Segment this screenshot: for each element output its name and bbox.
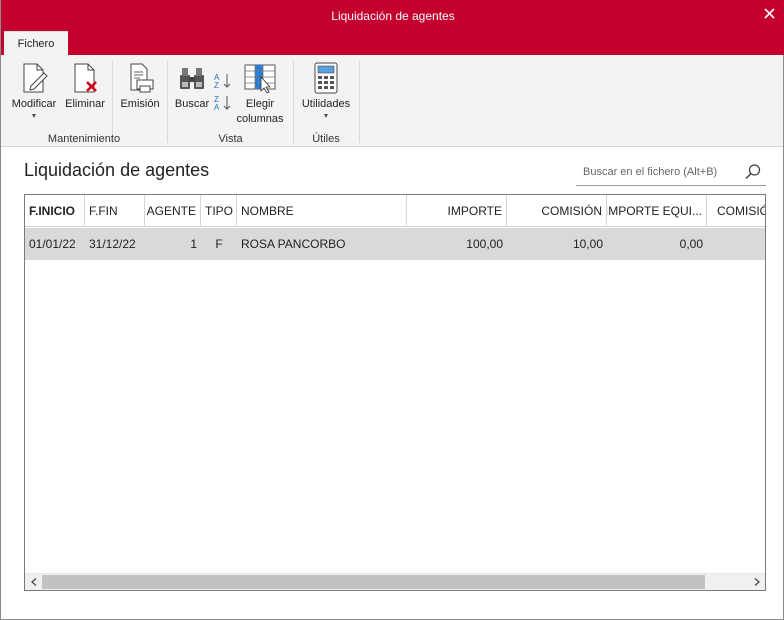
search-box [576,160,766,186]
cell-importe: 100,00 [466,237,503,251]
column-header-importe[interactable]: IMPORTE [407,195,507,227]
column-header-agente[interactable]: AGENTE [145,195,201,227]
buscar-button[interactable]: Buscar [172,61,212,112]
scroll-left-button[interactable] [25,574,42,590]
eliminar-button[interactable]: Eliminar [63,61,107,112]
binoculars-icon [175,61,209,95]
modificar-label: Modificar [11,98,57,110]
calculator-icon [309,61,343,95]
close-button[interactable] [753,0,784,26]
chevron-left-icon [30,578,36,586]
print-document-icon [123,61,157,95]
table-header: F.INICIO F.FIN AGENTE TIPO NOMBRE IMPORT… [25,195,765,227]
window-title: Liquidación de agentes [331,9,455,23]
column-header-importe-equi[interactable]: IMPORTE EQUI... [607,195,707,227]
cell-f-inicio: 01/01/22 [29,237,76,251]
close-icon [763,7,775,19]
sort-za-icon[interactable]: Z A [214,95,232,114]
app-window: Liquidación de agentes Fichero Modificar… [0,0,784,620]
ribbon: Modificar ▼ Eliminar Emisión Mantenimien… [1,55,783,147]
data-grid: F.INICIO F.FIN AGENTE TIPO NOMBRE IMPORT… [24,194,766,591]
ribbon-group-utiles: Utilidades ▼ Útiles [294,55,358,147]
svg-text:A: A [214,103,220,111]
chevron-down-icon: ▼ [30,113,38,120]
ribbon-group-mantenimiento: Modificar ▼ Eliminar Emisión Mantenimien… [1,55,167,147]
ribbon-divider [359,61,360,143]
search-input[interactable] [576,160,736,184]
cell-comision-equi [707,228,765,260]
cell-agente: 1 [190,237,197,251]
elegir-columnas-button[interactable]: Elegir columnas [234,61,286,127]
title-bar: Liquidación de agentes Fichero [1,0,784,55]
chevron-right-icon [754,578,760,586]
column-header-nombre[interactable]: NOMBRE [237,195,407,227]
tab-fichero[interactable]: Fichero [4,31,68,55]
utilidades-label: Utilidades [301,98,351,110]
delete-document-icon [68,61,102,95]
ribbon-group-vista: Buscar A Z Z A Elegir columnas Vista [168,55,293,147]
svg-text:Z: Z [214,81,219,89]
cell-tipo: F [215,237,223,251]
scrollbar-thumb[interactable] [42,575,705,589]
edit-document-icon [17,61,51,95]
table-row[interactable]: 01/01/22 31/12/22 1 F ROSA PANCORBO 100,… [25,228,765,260]
horizontal-scrollbar[interactable] [25,573,765,590]
search-icon[interactable] [744,163,762,181]
group-label-mantenimiento: Mantenimiento [47,133,121,145]
column-header-tipo[interactable]: TIPO [201,195,237,227]
chevron-down-icon: ▼ [322,113,330,120]
cell-f-fin: 31/12/22 [89,237,136,251]
modificar-button[interactable]: Modificar ▼ [7,61,61,121]
column-header-comision-equi[interactable]: COMISIÓ [707,195,765,227]
cell-importe-equi: 0,00 [679,237,703,251]
buscar-label: Buscar [174,98,210,110]
column-header-comision[interactable]: COMISIÓN [507,195,607,227]
elegir-columnas-label: Elegir columnas [236,98,284,125]
sort-az-icon[interactable]: A Z [214,73,232,92]
cell-comision: 10,00 [572,237,603,251]
choose-columns-icon [243,61,277,95]
column-header-f-inicio[interactable]: F.INICIO [25,195,85,227]
page-title: Liquidación de agentes [24,160,210,180]
scroll-right-button[interactable] [748,574,765,590]
eliminar-label: Eliminar [65,98,105,110]
group-label-utiles: Útiles [312,133,340,145]
utilidades-button[interactable]: Utilidades ▼ [298,61,354,121]
group-label-vista: Vista [218,133,243,145]
ribbon-divider [112,61,113,143]
column-header-f-fin[interactable]: F.FIN [85,195,145,227]
cell-nombre: ROSA PANCORBO [241,237,346,251]
emision-button[interactable]: Emisión [118,61,162,112]
emision-label: Emisión [120,98,160,110]
